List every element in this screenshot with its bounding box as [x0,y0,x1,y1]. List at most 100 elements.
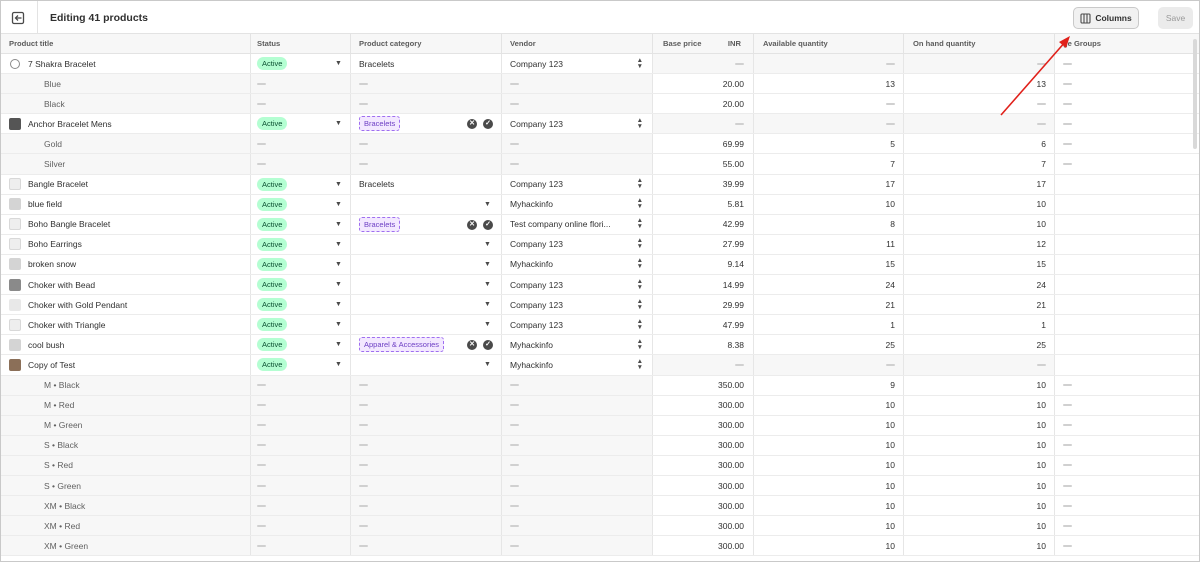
available-quantity-cell[interactable]: 5 [754,134,904,154]
price-cell[interactable]: 14.99 [653,275,754,295]
vendor-cell[interactable]: Company 123 ▲ ▼ [502,315,653,335]
on-hand-quantity-cell[interactable] [904,54,1055,74]
vendor-cell[interactable]: Company 123 ▲ ▼ [502,295,653,315]
on-hand-quantity-cell[interactable] [904,114,1055,134]
on-hand-quantity-cell[interactable]: 7 [904,154,1055,174]
status-cell[interactable]: Active ▼ [251,254,351,275]
status-cell[interactable]: Active ▼ [251,174,351,194]
category-cell[interactable]: Bracelets [351,54,502,74]
select-updown-icon[interactable]: ▲ ▼ [637,298,643,311]
chevron-down-icon[interactable]: ▼ [335,120,342,127]
category-cell[interactable]: Bracelets ✕ ✓ [351,114,502,134]
column-header-product-title[interactable]: Product title [1,34,251,53]
price-cell[interactable]: 42.99 [653,214,754,234]
status-cell[interactable]: Active ▼ [251,194,351,214]
chevron-down-icon[interactable]: ▼ [335,60,342,67]
available-quantity-cell[interactable]: 7 [754,154,904,174]
status-cell[interactable]: Active ▼ [251,355,351,375]
select-updown-icon[interactable]: ▲ ▼ [637,238,643,251]
price-cell[interactable]: 20.00 [653,94,754,114]
available-quantity-cell[interactable] [754,54,904,74]
price-cell[interactable]: 300.00 [653,435,754,455]
on-hand-quantity-cell[interactable]: 10 [904,475,1055,496]
age-groups-cell[interactable] [1055,235,1199,254]
price-cell[interactable]: 39.99 [653,174,754,194]
price-cell[interactable] [653,54,754,74]
select-updown-icon[interactable]: ▲ ▼ [637,117,643,130]
available-quantity-cell[interactable]: 10 [754,435,904,455]
on-hand-quantity-cell[interactable]: 10 [904,435,1055,455]
available-quantity-cell[interactable]: 24 [754,275,904,295]
category-cell[interactable]: Bracelets [351,174,502,194]
age-groups-cell[interactable] [1055,456,1199,475]
check-circle-icon[interactable]: ✓ [483,340,493,351]
available-quantity-cell[interactable]: 9 [754,375,904,395]
select-updown-icon[interactable]: ▲ ▼ [637,358,643,371]
available-quantity-cell[interactable]: 10 [754,194,904,214]
available-quantity-cell[interactable]: 13 [754,74,904,94]
age-groups-cell[interactable] [1055,536,1199,555]
price-cell[interactable]: 300.00 [653,496,754,516]
chevron-down-icon[interactable]: ▼ [335,321,342,328]
x-circle-icon[interactable]: ✕ [467,219,477,230]
category-cell[interactable]: ▼ [351,254,502,275]
chevron-down-icon[interactable]: ▼ [335,301,342,308]
category-cell[interactable]: ▼ [351,355,502,375]
available-quantity-cell[interactable]: 10 [754,496,904,516]
product-title-cell[interactable]: blue field [1,194,251,214]
chevron-down-icon[interactable]: ▼ [335,281,342,288]
on-hand-quantity-cell[interactable]: 10 [904,214,1055,234]
age-groups-cell[interactable] [1055,275,1199,294]
age-groups-cell[interactable] [1055,114,1199,133]
on-hand-quantity-cell[interactable]: 10 [904,536,1055,556]
back-button[interactable] [9,9,27,27]
product-title-cell[interactable]: Choker with Triangle [1,315,251,335]
on-hand-quantity-cell[interactable]: 13 [904,74,1055,94]
columns-button[interactable]: Columns [1073,7,1139,29]
price-cell[interactable]: 300.00 [653,475,754,496]
age-groups-cell[interactable] [1055,476,1199,495]
chevron-down-icon[interactable]: ▼ [335,261,342,268]
chevron-down-icon[interactable]: ▼ [335,241,342,248]
select-updown-icon[interactable]: ▲ ▼ [637,197,643,210]
chevron-down-icon[interactable]: ▼ [335,181,342,188]
x-circle-icon[interactable]: ✕ [467,119,477,130]
vendor-cell[interactable]: Company 123 ▲ ▼ [502,174,653,194]
age-groups-cell[interactable] [1055,335,1199,354]
available-quantity-cell[interactable]: 15 [754,254,904,275]
check-circle-icon[interactable]: ✓ [483,219,493,230]
category-cell[interactable]: Apparel & Accessories ✕ ✓ [351,335,502,355]
price-cell[interactable]: 69.99 [653,134,754,154]
vendor-cell[interactable]: Company 123 ▲ ▼ [502,234,653,254]
price-cell[interactable] [653,355,754,375]
on-hand-quantity-cell[interactable]: 10 [904,496,1055,516]
price-cell[interactable]: 300.00 [653,536,754,556]
category-suggestion-tag[interactable]: Bracelets [359,116,401,132]
chevron-down-icon[interactable]: ▼ [335,341,342,348]
age-groups-cell[interactable] [1055,295,1199,314]
vendor-cell[interactable]: Myhackinfo ▲ ▼ [502,335,653,355]
chevron-down-icon[interactable]: ▼ [484,241,491,248]
available-quantity-cell[interactable]: 21 [754,295,904,315]
price-cell[interactable]: 27.99 [653,234,754,254]
price-cell[interactable]: 29.99 [653,295,754,315]
price-cell[interactable]: 9.14 [653,254,754,275]
price-cell[interactable]: 300.00 [653,516,754,536]
save-button[interactable]: Save [1158,7,1193,29]
on-hand-quantity-cell[interactable]: 15 [904,254,1055,275]
status-cell[interactable]: Active ▼ [251,335,351,355]
category-cell[interactable]: ▼ [351,275,502,295]
available-quantity-cell[interactable] [754,114,904,134]
age-groups-cell[interactable] [1055,436,1199,455]
column-header-vendor[interactable]: Vendor [502,34,653,53]
price-cell[interactable]: 300.00 [653,455,754,475]
age-groups-cell[interactable] [1055,54,1199,73]
status-cell[interactable]: Active ▼ [251,214,351,234]
status-cell[interactable]: Active ▼ [251,295,351,315]
vendor-cell[interactable]: Myhackinfo ▲ ▼ [502,355,653,375]
product-title-cell[interactable]: Boho Bangle Bracelet [1,214,251,234]
price-cell[interactable]: 8.38 [653,335,754,355]
on-hand-quantity-cell[interactable]: 1 [904,315,1055,335]
available-quantity-cell[interactable]: 17 [754,174,904,194]
product-title-cell[interactable]: Anchor Bracelet Mens [1,114,251,134]
